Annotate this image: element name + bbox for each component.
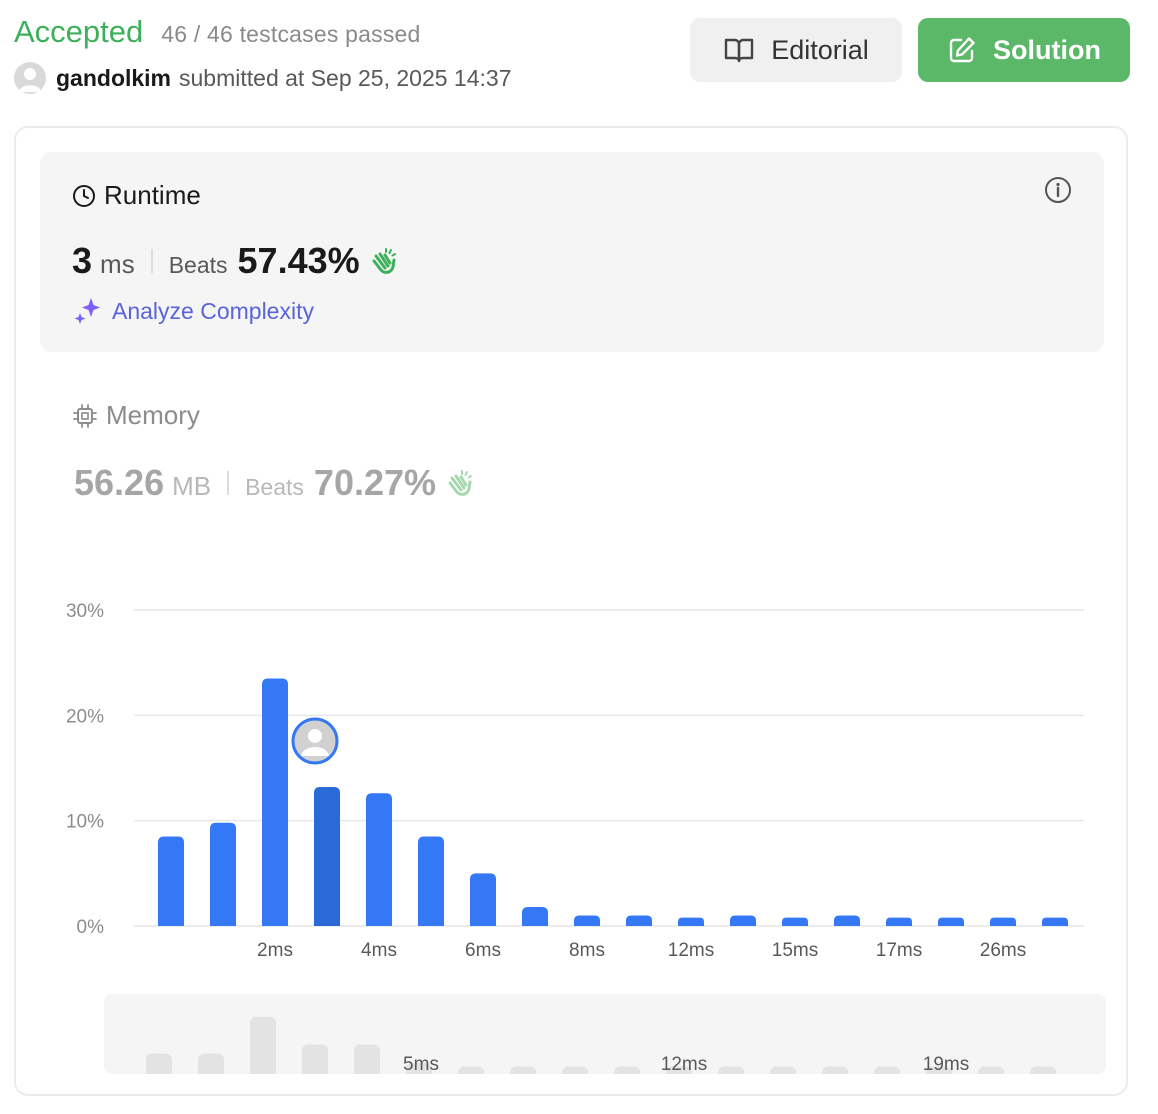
chip-icon (73, 403, 97, 428)
status-accepted: Accepted (14, 14, 144, 49)
overview-label: 12ms (661, 1054, 707, 1074)
x-tick-label: 15ms (772, 940, 818, 961)
chart-bar (886, 917, 912, 926)
x-tick-label: 2ms (257, 940, 293, 961)
memory-panel[interactable]: Memory 56.26 MB Beats 70.27% (72, 400, 1072, 510)
y-tick-label: 30% (66, 601, 104, 622)
analyze-complexity-link[interactable]: Analyze Complexity (72, 296, 314, 326)
chart-bar (262, 678, 288, 926)
x-tick-label: 26ms (980, 940, 1026, 961)
runtime-beats-percent: 57.43% (237, 240, 360, 281)
runtime-beats-label: Beats (168, 252, 228, 278)
overview-bar (614, 1066, 640, 1074)
y-tick-label: 10% (66, 812, 104, 833)
overview-bar (562, 1066, 588, 1074)
chart-bar (782, 917, 808, 926)
x-tick-label: 6ms (465, 940, 501, 961)
y-tick-label: 0% (77, 917, 105, 938)
x-tick-label: 17ms (876, 940, 922, 961)
overview-label: 19ms (923, 1054, 969, 1074)
chart-bar (626, 915, 652, 926)
editorial-button[interactable]: Editorial (690, 18, 902, 82)
memory-beats-label: Beats (245, 474, 304, 500)
runtime-title: Runtime (72, 180, 201, 211)
runtime-unit: ms (100, 249, 135, 279)
overview-bar (770, 1066, 796, 1074)
x-tick-label: 8ms (569, 940, 605, 961)
chart-bar (314, 786, 340, 926)
overview-bar (718, 1066, 744, 1074)
result-card: Runtime 3 ms Beats 57.43% Analyze Comple… (14, 126, 1128, 1096)
clap-icon (448, 470, 473, 496)
divider (227, 471, 230, 495)
chart-bar (1042, 917, 1068, 926)
overview-bar (458, 1066, 484, 1074)
testcases-passed: 46 / 46 testcases passed (161, 21, 421, 47)
runtime-value-line: 3 ms Beats 57.43% (72, 240, 398, 282)
runtime-distribution-chart[interactable]: 30% 20% 10% 0% 2ms 4ms 6ms 8ms 12ms 15ms 17ms 26ms (56, 590, 1096, 970)
username[interactable]: gandolkim (56, 65, 171, 92)
clock-icon (73, 184, 95, 207)
y-tick-label: 20% (66, 706, 104, 727)
status-line: Accepted 46 / 46 testcases passed (14, 14, 421, 50)
solution-label: Solution (993, 34, 1101, 65)
clap-icon (372, 248, 396, 274)
solution-button[interactable]: Solution (918, 18, 1130, 82)
submission-header: Accepted 46 / 46 testcases passed gandol… (14, 10, 1144, 100)
chart-bar (366, 793, 392, 926)
user-icon (19, 68, 41, 92)
chart-bar (418, 836, 444, 926)
chart-bar (522, 907, 548, 926)
overview-bar (978, 1066, 1004, 1074)
overview-bar (250, 1016, 276, 1074)
overview-bar (822, 1066, 848, 1074)
user-avatar[interactable] (14, 62, 46, 94)
sparkle-icon (74, 298, 100, 324)
runtime-panel[interactable]: Runtime 3 ms Beats 57.43% Analyze Comple… (40, 152, 1104, 352)
overview-label: 5ms (403, 1054, 439, 1074)
memory-value-line: 56.26 MB Beats 70.27% (74, 462, 474, 504)
chart-bar (210, 822, 236, 926)
overview-bar (1030, 1066, 1056, 1074)
overview-bar (198, 1053, 224, 1074)
overview-bar (354, 1044, 380, 1074)
chart-bar (834, 915, 860, 926)
chart-bar (470, 873, 496, 926)
divider (150, 249, 153, 273)
analyze-complexity-label: Analyze Complexity (112, 297, 314, 324)
x-tick-label: 12ms (668, 940, 714, 961)
editorial-label: Editorial (771, 34, 869, 65)
user-icon-head (308, 728, 322, 743)
edit-icon (949, 37, 975, 63)
memory-value: 56.26 (74, 462, 165, 503)
chart-bar (158, 836, 184, 926)
chart-bar (678, 917, 704, 926)
overview-bar (510, 1066, 536, 1074)
submission-info: gandolkim submitted at Sep 25, 2025 14:3… (14, 62, 511, 94)
overview-bar (302, 1044, 328, 1074)
x-tick-label: 4ms (361, 940, 397, 961)
chart-bar (938, 917, 964, 926)
chart-bar (990, 917, 1016, 926)
book-icon (725, 38, 754, 63)
memory-beats-percent: 70.27% (313, 462, 437, 503)
chart-bar (574, 915, 600, 926)
chart-overview-bars[interactable]: 5ms 12ms 19ms (104, 994, 1106, 1074)
memory-unit: MB (172, 471, 212, 501)
overview-bar (146, 1053, 172, 1074)
memory-title: Memory (72, 400, 200, 431)
memory-label: Memory (106, 400, 200, 430)
runtime-label: Runtime (104, 180, 201, 210)
runtime-value: 3 (72, 240, 93, 281)
overview-bar (874, 1066, 900, 1074)
info-icon[interactable] (1044, 176, 1072, 209)
submitted-at: submitted at Sep 25, 2025 14:37 (179, 64, 512, 91)
chart-bar (730, 915, 756, 926)
